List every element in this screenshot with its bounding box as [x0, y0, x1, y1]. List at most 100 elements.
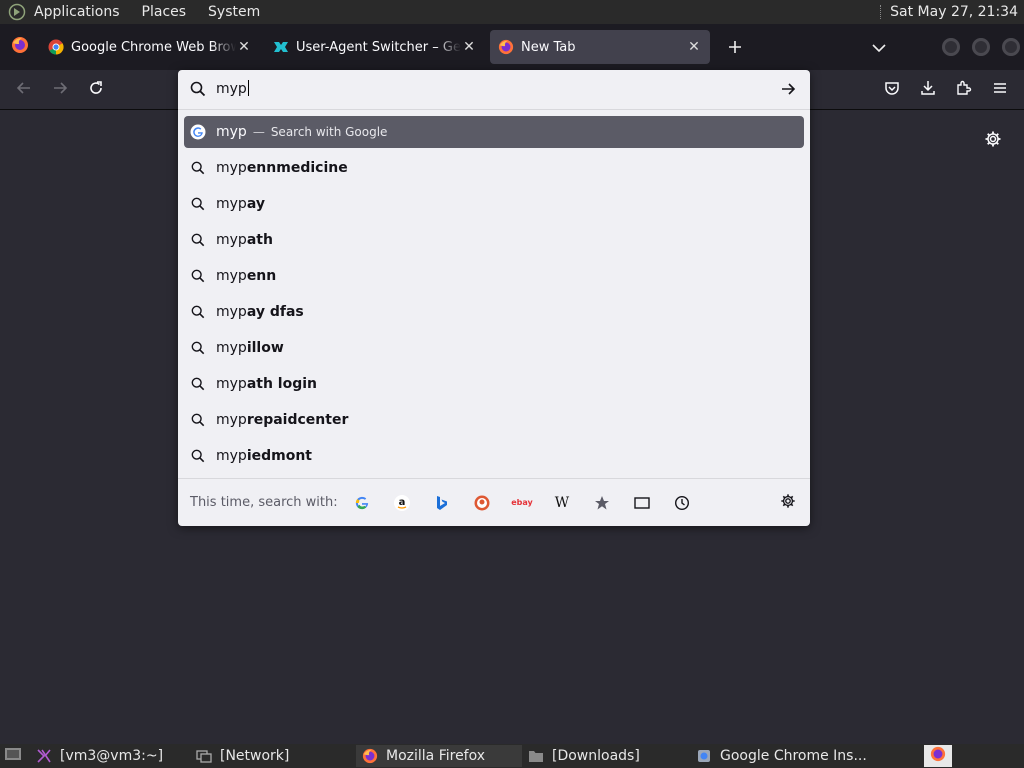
suggestion-action: Search with Google [270, 125, 388, 139]
new-tab-button[interactable] [717, 30, 753, 64]
back-button[interactable] [6, 70, 42, 110]
search-settings-gear-icon[interactable] [780, 493, 796, 513]
panel-separator [880, 5, 882, 19]
reload-button[interactable] [78, 70, 114, 110]
close-tab-icon[interactable]: ✕ [686, 39, 702, 55]
search-icon [190, 376, 206, 392]
taskbar-item-network[interactable]: [Network] [190, 745, 356, 767]
system-top-panel: Applications Places System Sat May 27, 2… [0, 0, 1024, 24]
terminal-icon [36, 748, 52, 764]
search-icon [190, 412, 206, 428]
suggestion-text: myp [216, 124, 247, 140]
suggestion-row[interactable]: myp repaidcenter [184, 404, 804, 436]
bottom-taskbar: [vm3@vm3:~] [Network] Mozilla Firefox [D… [0, 744, 1024, 768]
suggestion-typed: myp [216, 340, 247, 356]
divider [178, 109, 810, 110]
google-icon [190, 124, 206, 140]
taskbar-item-chrome-installer[interactable]: Google Chrome Ins... [690, 745, 916, 767]
urlbar-input[interactable]: myp [178, 70, 810, 110]
suggestion-typed: myp [216, 376, 247, 392]
suggestion-row[interactable]: myp illow [184, 332, 804, 364]
suggestion-row[interactable]: myp iedmont [184, 440, 804, 472]
taskbar-item-downloads[interactable]: [Downloads] [522, 745, 690, 767]
taskbar-label: [vm3@vm3:~] [60, 748, 164, 764]
system-menu[interactable]: System [208, 4, 260, 20]
search-icon [190, 304, 206, 320]
taskbar-label: [Downloads] [552, 748, 640, 764]
suggestion-typed: myp [216, 304, 247, 320]
show-desktop-button[interactable] [0, 745, 30, 767]
clock[interactable]: Sat May 27, 21:34 [890, 4, 1018, 20]
suggestion-typed: myp [216, 412, 247, 428]
gear-icon [984, 130, 1002, 152]
tab-title: User-Agent Switcher – Get this Extension… [296, 39, 461, 55]
firefox-icon [930, 746, 946, 766]
tab-user-agent-switcher[interactable]: User-Agent Switcher – Get this Extension… [265, 30, 485, 64]
download-icon [920, 80, 936, 100]
suggestion-completion: ath [246, 232, 273, 248]
search-icon [190, 81, 206, 101]
suggestion-row[interactable]: myp ay dfas [184, 296, 804, 328]
bing-icon[interactable] [430, 491, 454, 515]
bookmarks-icon[interactable] [590, 491, 614, 515]
maximize-window-button[interactable] [972, 38, 990, 56]
close-tab-icon[interactable]: ✕ [236, 39, 252, 55]
suggestion-completion: illow [246, 340, 284, 356]
list-all-tabs-button[interactable] [868, 24, 890, 70]
extensions-button[interactable] [946, 70, 982, 110]
close-window-button[interactable] [1002, 38, 1020, 56]
workspace-switcher[interactable] [924, 745, 952, 767]
suggestion-typed: myp [216, 160, 247, 176]
search-icon [190, 232, 206, 248]
tab-chrome[interactable]: Google Chrome Web Browser ✕ [40, 30, 260, 64]
suggestion-row[interactable]: myp ath login [184, 368, 804, 400]
amazon-icon[interactable]: a [390, 491, 414, 515]
chevron-down-icon [872, 38, 886, 57]
history-icon[interactable] [670, 491, 694, 515]
suggestion-row[interactable]: myp ath [184, 224, 804, 256]
tab-title: Google Chrome Web Browser [71, 39, 236, 55]
search-icon [190, 448, 206, 464]
puzzle-icon [956, 80, 972, 100]
urlbar-text[interactable]: myp [216, 81, 247, 97]
arrow-right-icon [52, 80, 68, 100]
suggestion-row[interactable]: myp ay [184, 188, 804, 220]
tab-title: New Tab [521, 39, 576, 55]
installer-icon [696, 748, 712, 764]
suggestion-row[interactable]: myp ennmedicine [184, 152, 804, 184]
close-tab-icon[interactable]: ✕ [461, 39, 477, 55]
taskbar-item-terminal[interactable]: [vm3@vm3:~] [30, 745, 190, 767]
suggestion-completion: iedmont [246, 448, 312, 464]
suggestion-completion: ath login [246, 376, 317, 392]
go-arrow-icon[interactable] [780, 81, 796, 101]
suggestion-row-search-google[interactable]: myp — Search with Google [184, 116, 804, 148]
downloads-button[interactable] [910, 70, 946, 110]
suggestion-typed: myp [216, 196, 247, 212]
ebay-icon[interactable]: ebay [510, 491, 534, 515]
search-icon [190, 160, 206, 176]
minimize-window-button[interactable] [942, 38, 960, 56]
taskbar-item-firefox[interactable]: Mozilla Firefox [356, 745, 522, 767]
one-off-label: This time, search with: [190, 495, 338, 510]
places-menu[interactable]: Places [142, 4, 187, 20]
app-menu-button[interactable] [982, 70, 1018, 110]
applications-menu[interactable]: Applications [34, 4, 120, 20]
firefox-view-button[interactable] [0, 24, 40, 70]
suggestion-typed: myp [216, 448, 247, 464]
customize-new-tab-button[interactable] [980, 130, 1006, 152]
wikipedia-icon[interactable]: W [550, 491, 574, 515]
folder-icon [528, 748, 544, 764]
suggestion-completion: enn [246, 268, 277, 284]
search-icon [190, 196, 206, 212]
tab-new-tab[interactable]: New Tab ✕ [490, 30, 710, 64]
distro-logo-icon[interactable] [6, 1, 28, 23]
suggestion-typed: myp [216, 268, 247, 284]
tabs-icon[interactable] [630, 491, 654, 515]
duckduckgo-icon[interactable] [470, 491, 494, 515]
forward-button[interactable] [42, 70, 78, 110]
google-icon[interactable] [350, 491, 374, 515]
suggestion-row[interactable]: myp enn [184, 260, 804, 292]
search-icon [190, 268, 206, 284]
pocket-button[interactable] [874, 70, 910, 110]
suggestion-completion: repaidcenter [246, 412, 349, 428]
